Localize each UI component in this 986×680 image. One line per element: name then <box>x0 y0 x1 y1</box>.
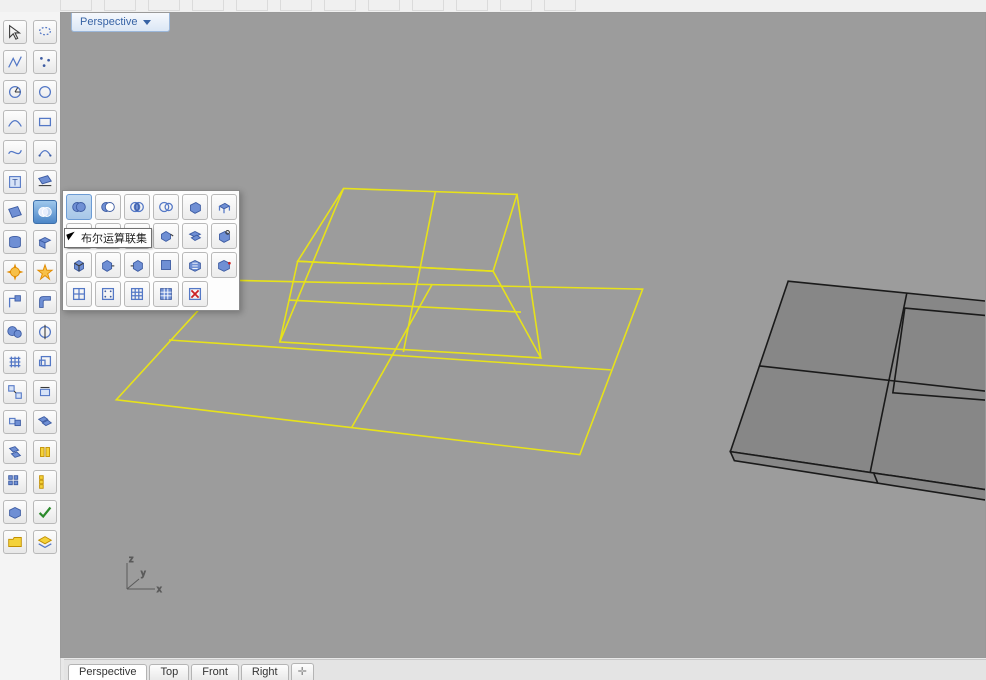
tooltip: 布尔运算联集 <box>64 228 152 248</box>
solid-edit-icon[interactable] <box>182 252 208 278</box>
tab-right[interactable]: Right <box>241 664 289 680</box>
solid-pt-icon[interactable] <box>211 252 237 278</box>
fillet-icon[interactable] <box>33 290 57 314</box>
move-icon[interactable] <box>3 380 27 404</box>
dim-icon[interactable] <box>33 170 57 194</box>
bool-diff-icon[interactable] <box>95 194 121 220</box>
toolbar-column-2 <box>30 12 61 680</box>
copy-icon[interactable] <box>3 440 27 464</box>
modify-icon[interactable] <box>3 290 27 314</box>
viewport-title[interactable]: Perspective <box>71 13 170 32</box>
bool-intersect-icon[interactable] <box>124 194 150 220</box>
gear-icon[interactable] <box>3 260 27 284</box>
surface-icon[interactable] <box>3 200 27 224</box>
box-icon[interactable] <box>66 252 92 278</box>
polyline-icon[interactable] <box>3 50 27 74</box>
boolean-icon[interactable] <box>33 200 57 224</box>
edit-icon[interactable] <box>3 410 27 434</box>
array-grid-icon[interactable] <box>3 470 27 494</box>
grid-a-icon[interactable] <box>66 281 92 307</box>
lasso-icon[interactable] <box>33 20 57 44</box>
text-icon[interactable]: T <box>3 170 27 194</box>
check-icon[interactable] <box>33 500 57 524</box>
rectangle-icon[interactable] <box>33 110 57 134</box>
dropdown-arrow-icon <box>143 20 151 25</box>
arc-icon[interactable] <box>3 80 27 104</box>
grid-d-icon[interactable] <box>153 281 179 307</box>
circle-icon[interactable] <box>33 80 57 104</box>
boolean-flyout <box>62 190 240 311</box>
mirror-icon[interactable] <box>33 320 57 344</box>
cylinder-icon[interactable] <box>3 230 27 254</box>
polysrf-icon[interactable] <box>33 230 57 254</box>
tab-add[interactable]: ✛ <box>291 663 314 680</box>
tab-perspective[interactable]: Perspective <box>68 664 147 680</box>
shell-icon[interactable] <box>3 500 27 524</box>
pipe-icon[interactable] <box>211 223 237 249</box>
curve2-icon[interactable] <box>33 140 57 164</box>
viewport[interactable]: Perspective <box>60 12 986 658</box>
solid-box-icon[interactable] <box>182 194 208 220</box>
tooltip-text: 布尔运算联集 <box>81 230 147 246</box>
rotate-icon[interactable] <box>33 380 57 404</box>
cursor-icon <box>67 233 78 244</box>
tab-top[interactable]: Top <box>149 664 189 680</box>
scene-3d <box>61 13 985 657</box>
bool-union-icon[interactable] <box>66 194 92 220</box>
align-icon[interactable] <box>33 410 57 434</box>
pointer-icon[interactable] <box>3 20 27 44</box>
open-icon[interactable] <box>3 530 27 554</box>
curve-icon[interactable] <box>3 110 27 134</box>
grid-c-icon[interactable] <box>124 281 150 307</box>
layer-icon[interactable] <box>33 530 57 554</box>
box2-icon[interactable] <box>95 252 121 278</box>
cage-icon[interactable] <box>33 440 57 464</box>
scale-icon[interactable] <box>33 350 57 374</box>
points-icon[interactable] <box>33 50 57 74</box>
grid3-icon[interactable] <box>33 470 57 494</box>
grid-icon[interactable] <box>3 350 27 374</box>
extrude-icon[interactable] <box>211 194 237 220</box>
loft-icon[interactable] <box>3 320 27 344</box>
view-tabs: Perspective Top Front Right ✛ <box>64 659 986 680</box>
viewport-title-label: Perspective <box>80 15 137 29</box>
shell2-icon[interactable] <box>153 223 179 249</box>
bool-split-icon[interactable] <box>153 194 179 220</box>
grid-b-icon[interactable] <box>95 281 121 307</box>
box4-icon[interactable] <box>153 252 179 278</box>
toolbar-column-1: T <box>0 12 31 680</box>
delete-icon[interactable] <box>182 281 208 307</box>
box3-icon[interactable] <box>124 252 150 278</box>
hollow-icon[interactable] <box>182 223 208 249</box>
svg-text:T: T <box>12 178 18 188</box>
tab-front[interactable]: Front <box>191 664 239 680</box>
sun-icon[interactable] <box>33 260 57 284</box>
freeform-icon[interactable] <box>3 140 27 164</box>
